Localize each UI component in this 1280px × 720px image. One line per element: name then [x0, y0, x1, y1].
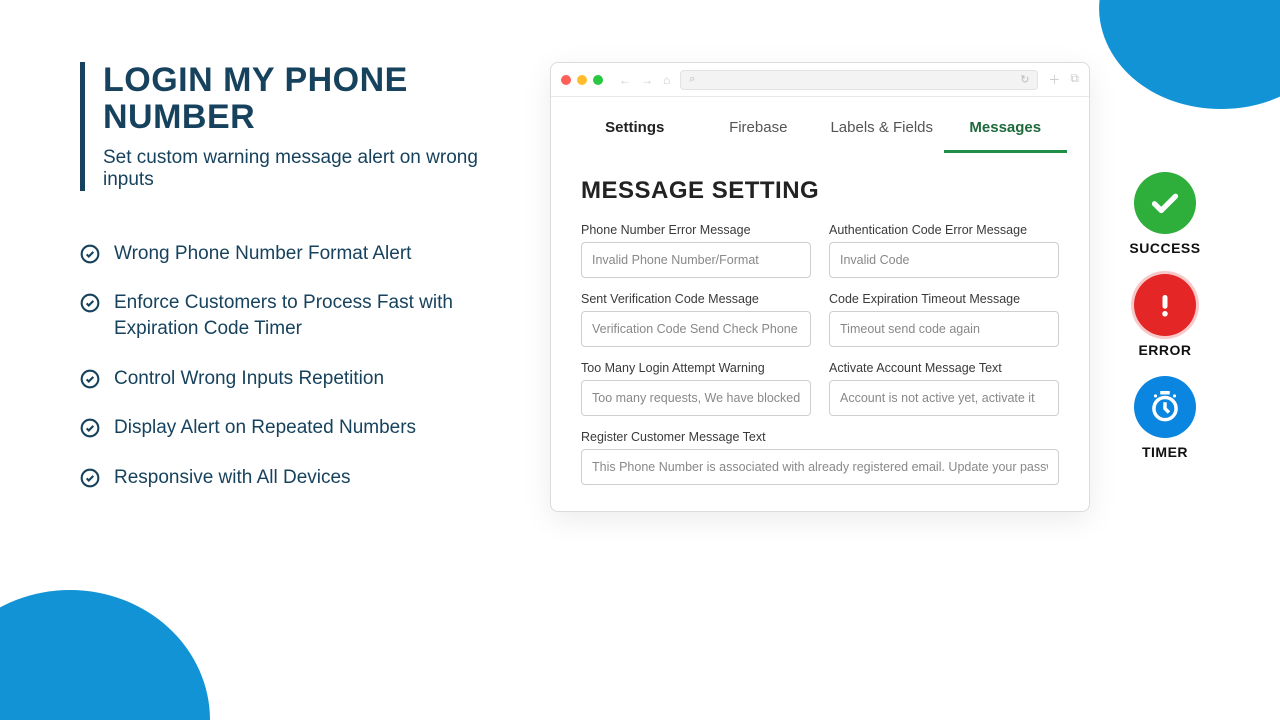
feature-text: Responsive with All Devices: [114, 465, 351, 491]
timeout-input[interactable]: [829, 311, 1059, 347]
feature-list: Wrong Phone Number Format Alert Enforce …: [80, 241, 510, 491]
activate-input[interactable]: [829, 380, 1059, 416]
feature-text: Display Alert on Repeated Numbers: [114, 415, 416, 441]
close-dot-icon[interactable]: [561, 75, 571, 85]
status-timer: TIMER: [1134, 376, 1196, 460]
tab-labels-fields[interactable]: Labels & Fields: [820, 109, 944, 153]
field-label: Phone Number Error Message: [581, 223, 811, 237]
field-too-many: Too Many Login Attempt Warning: [581, 361, 811, 416]
sent-code-input[interactable]: [581, 311, 811, 347]
message-setting-card: MESSAGE SETTING Phone Number Error Messa…: [551, 153, 1089, 511]
check-circle-icon: [80, 418, 100, 438]
page-subtitle: Set custom warning message alert on wron…: [103, 147, 510, 191]
tab-messages[interactable]: Messages: [944, 109, 1068, 153]
success-icon: [1134, 172, 1196, 234]
check-circle-icon: [80, 293, 100, 313]
copy-icon[interactable]: ⧉: [1070, 71, 1079, 88]
add-tab-icon[interactable]: ＋: [1048, 71, 1060, 88]
forward-icon[interactable]: →: [641, 73, 653, 87]
feature-item: Control Wrong Inputs Repetition: [80, 366, 510, 392]
field-register: Register Customer Message Text: [581, 430, 1059, 485]
status-success: SUCCESS: [1129, 172, 1200, 256]
status-label: TIMER: [1142, 444, 1188, 460]
field-label: Authentication Code Error Message: [829, 223, 1059, 237]
field-sent-code: Sent Verification Code Message: [581, 292, 811, 347]
status-label: SUCCESS: [1129, 240, 1200, 256]
minimize-dot-icon[interactable]: [577, 75, 587, 85]
field-activate: Activate Account Message Text: [829, 361, 1059, 416]
status-label: ERROR: [1138, 342, 1191, 358]
field-label: Code Expiration Timeout Message: [829, 292, 1059, 306]
too-many-input[interactable]: [581, 380, 811, 416]
phone-error-input[interactable]: [581, 242, 811, 278]
status-error: ERROR: [1134, 274, 1196, 358]
check-circle-icon: [80, 369, 100, 389]
left-column: LOGIN MY PHONE NUMBER Set custom warning…: [80, 62, 510, 515]
field-label: Too Many Login Attempt Warning: [581, 361, 811, 375]
feature-item: Responsive with All Devices: [80, 465, 510, 491]
status-column: SUCCESS ERROR TIMER: [1110, 62, 1220, 460]
search-icon: ⌕: [689, 73, 695, 86]
browser-window: ← → ⌂ ⌕ ↻ ＋ ⧉ Settings Firebase Labels &…: [550, 62, 1090, 512]
field-label: Register Customer Message Text: [581, 430, 1059, 444]
check-circle-icon: [80, 468, 100, 488]
feature-text: Wrong Phone Number Format Alert: [114, 241, 411, 267]
title-block: LOGIN MY PHONE NUMBER Set custom warning…: [80, 62, 510, 191]
home-icon[interactable]: ⌂: [663, 73, 670, 87]
tab-settings[interactable]: Settings: [573, 109, 697, 153]
feature-text: Enforce Customers to Process Fast with E…: [114, 290, 510, 341]
field-label: Activate Account Message Text: [829, 361, 1059, 375]
tab-firebase[interactable]: Firebase: [697, 109, 821, 153]
maximize-dot-icon[interactable]: [593, 75, 603, 85]
feature-item: Wrong Phone Number Format Alert: [80, 241, 510, 267]
field-phone-error: Phone Number Error Message: [581, 223, 811, 278]
field-auth-error: Authentication Code Error Message: [829, 223, 1059, 278]
tab-bar: Settings Firebase Labels & Fields Messag…: [551, 97, 1089, 153]
feature-item: Display Alert on Repeated Numbers: [80, 415, 510, 441]
field-label: Sent Verification Code Message: [581, 292, 811, 306]
card-title: MESSAGE SETTING: [581, 177, 1059, 205]
browser-chrome: ← → ⌂ ⌕ ↻ ＋ ⧉: [551, 63, 1089, 97]
timer-icon: [1134, 376, 1196, 438]
feature-text: Control Wrong Inputs Repetition: [114, 366, 384, 392]
check-circle-icon: [80, 244, 100, 264]
url-bar[interactable]: ⌕ ↻: [680, 70, 1038, 90]
field-timeout: Code Expiration Timeout Message: [829, 292, 1059, 347]
window-controls: [561, 75, 603, 85]
register-input[interactable]: [581, 449, 1059, 485]
error-icon: [1134, 274, 1196, 336]
reload-icon[interactable]: ↻: [1020, 73, 1029, 86]
auth-error-input[interactable]: [829, 242, 1059, 278]
page-title: LOGIN MY PHONE NUMBER: [103, 62, 510, 137]
feature-item: Enforce Customers to Process Fast with E…: [80, 290, 510, 341]
decorative-blob-bottom: [0, 590, 210, 720]
back-icon[interactable]: ←: [619, 73, 631, 87]
